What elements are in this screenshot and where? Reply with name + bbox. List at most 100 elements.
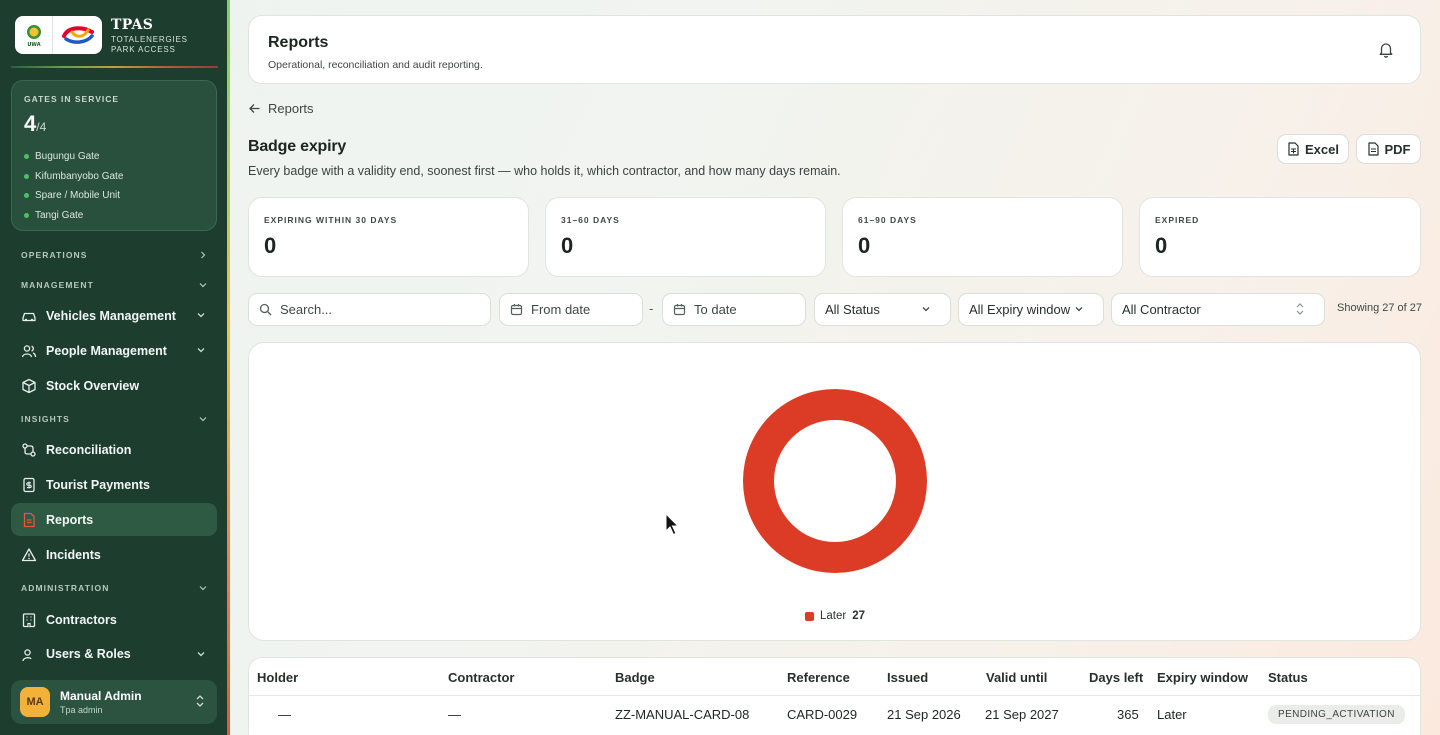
- chevrons-up-down-icon: [1296, 303, 1304, 315]
- chart-legend: Later 27: [805, 610, 865, 622]
- totalenergies-logo: [53, 24, 102, 46]
- column-header-holder[interactable]: Holder: [257, 670, 298, 685]
- sidebar-item-label: Contractors: [46, 612, 117, 627]
- user-cog-icon: [21, 647, 37, 662]
- sidebar-item-label: Reconciliation: [46, 442, 132, 457]
- sidebar: UWA TPAS TOTALENERGIES PARK ACCESS GATES…: [0, 0, 228, 735]
- nav-section-operations[interactable]: OPERATIONS: [21, 250, 207, 260]
- stat-value: 0: [1155, 233, 1168, 258]
- stat-value: 0: [561, 233, 574, 258]
- cell-holder: —: [278, 707, 291, 722]
- gates-in-service-count: 4: [24, 111, 37, 136]
- sidebar-item-label: Vehicles Management: [46, 308, 176, 323]
- column-header-expiry-window[interactable]: Expiry window: [1157, 670, 1248, 685]
- to-date-label: To date: [694, 302, 737, 317]
- calendar-icon: [510, 304, 523, 316]
- building-icon: [21, 612, 37, 628]
- search-input[interactable]: Search...: [248, 293, 491, 326]
- table-header-divider: [249, 695, 1420, 696]
- sidebar-item-incidents[interactable]: Incidents: [11, 538, 217, 571]
- sidebar-accent-edge: [227, 0, 230, 735]
- export-pdf-label: PDF: [1384, 141, 1411, 157]
- brand-logo[interactable]: UWA: [15, 16, 102, 54]
- gates-count: 4/4: [24, 111, 46, 137]
- gate-status-dot: [24, 154, 29, 160]
- sidebar-item-label: Stock Overview: [46, 378, 140, 393]
- stat-label: EXPIRED: [1155, 215, 1200, 225]
- sidebar-item-label: Incidents: [46, 547, 101, 562]
- uwa-logo-text: UWA: [27, 42, 40, 48]
- donut-slice-later[interactable]: [743, 388, 927, 574]
- column-header-reference[interactable]: Reference: [787, 670, 850, 685]
- column-header-badge[interactable]: Badge: [615, 670, 655, 685]
- nav-section-management[interactable]: MANAGEMENT: [21, 280, 207, 290]
- chevrons-up-down-icon: [196, 695, 204, 707]
- chevron-down-icon: [1075, 307, 1083, 312]
- sidebar-item-contractors[interactable]: Contractors: [11, 603, 217, 636]
- sidebar-item-vehicles[interactable]: Vehicles Management: [11, 299, 217, 332]
- export-pdf-button[interactable]: PDF: [1356, 134, 1421, 164]
- nav-section-label: INSIGHTS: [21, 414, 70, 424]
- sidebar-item-stock[interactable]: Stock Overview: [11, 369, 217, 402]
- nav-section-administration[interactable]: ADMINISTRATION: [21, 583, 207, 593]
- mouse-cursor-icon: [665, 513, 680, 536]
- from-date-picker[interactable]: From date: [499, 293, 643, 326]
- file-text-icon: [21, 512, 37, 528]
- gate-name: Kifumbanyobo Gate: [35, 170, 124, 182]
- bell-icon[interactable]: [1378, 41, 1394, 58]
- legend-swatch: [805, 611, 814, 621]
- sidebar-item-users-roles[interactable]: Users & Roles: [11, 638, 217, 662]
- to-date-picker[interactable]: To date: [662, 293, 806, 326]
- stat-label: 31–60 DAYS: [561, 215, 620, 225]
- search-icon: [259, 303, 272, 316]
- column-header-days-left[interactable]: Days left: [1089, 670, 1143, 685]
- chevron-down-icon: [197, 348, 205, 353]
- car-icon: [21, 308, 37, 324]
- column-header-status[interactable]: Status: [1268, 670, 1308, 685]
- chevron-down-icon: [199, 417, 207, 422]
- chevron-down-icon: [197, 652, 205, 657]
- page-subtitle: Operational, reconciliation and audit re…: [268, 59, 483, 71]
- brand-subtitle: TOTALENERGIES PARK ACCESS: [111, 35, 188, 54]
- file-spreadsheet-icon: [1288, 142, 1299, 156]
- legend-label: Later: [820, 610, 847, 622]
- stat-card-31-60: 31–60 DAYS 0: [545, 197, 826, 277]
- expiry-window-select[interactable]: All Expiry window: [958, 293, 1104, 326]
- avatar: MA: [20, 687, 50, 717]
- sidebar-item-tourist-payments[interactable]: Tourist Payments: [11, 468, 217, 501]
- sidebar-item-reconciliation[interactable]: Reconciliation: [11, 433, 217, 466]
- cell-issued: 21 Sep 2026: [887, 707, 961, 722]
- calendar-icon: [673, 304, 686, 316]
- cell-days-left: 365: [1117, 707, 1139, 722]
- back-link[interactable]: Reports: [248, 101, 314, 116]
- chevron-right-icon: [201, 251, 206, 259]
- contractor-select[interactable]: All Contractor: [1111, 293, 1325, 326]
- gate-item: Kifumbanyobo Gate: [24, 167, 123, 187]
- export-excel-button[interactable]: Excel: [1277, 134, 1349, 164]
- gate-status-dot: [24, 173, 29, 179]
- user-menu[interactable]: MA Manual Admin Tpa admin: [11, 680, 217, 724]
- status-select[interactable]: All Status: [814, 293, 951, 326]
- chevron-down-icon: [199, 283, 207, 288]
- sidebar-item-reports[interactable]: Reports: [11, 503, 217, 536]
- gates-total: /4: [36, 120, 47, 134]
- arrow-left-icon: [249, 104, 260, 113]
- nav-section-insights[interactable]: INSIGHTS: [21, 414, 207, 424]
- sidebar-item-people[interactable]: People Management: [11, 334, 217, 367]
- user-role: Tpa admin: [60, 705, 103, 715]
- export-excel-label: Excel: [1305, 141, 1339, 157]
- date-range-separator: -: [649, 301, 654, 316]
- column-header-contractor[interactable]: Contractor: [448, 670, 514, 685]
- alert-triangle-icon: [21, 547, 37, 563]
- chevron-down-icon: [197, 313, 205, 318]
- page-header: Reports Operational, reconciliation and …: [248, 15, 1421, 84]
- expiry-window-select-value: All Expiry window: [969, 302, 1071, 317]
- column-header-valid-until[interactable]: Valid until: [986, 670, 1047, 685]
- contractor-select-value: All Contractor: [1122, 302, 1201, 317]
- chevron-down-icon: [922, 307, 930, 312]
- status-select-value: All Status: [825, 302, 880, 317]
- column-header-issued[interactable]: Issued: [887, 670, 928, 685]
- page-title: Reports: [268, 34, 329, 51]
- gates-heading: GATES IN SERVICE: [24, 94, 120, 104]
- package-icon: [21, 378, 37, 394]
